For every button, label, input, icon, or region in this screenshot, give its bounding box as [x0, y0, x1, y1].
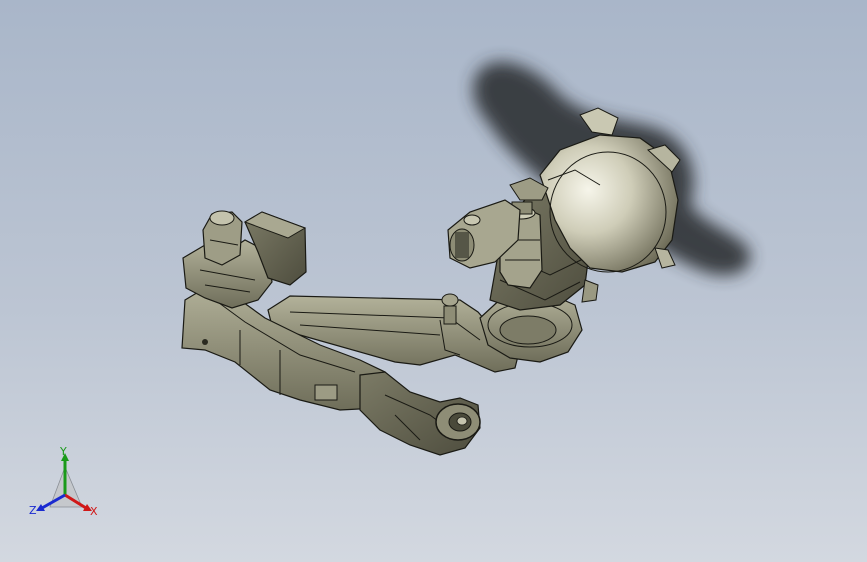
elbow-fitting: [441, 293, 459, 307]
x-axis-label: X: [90, 505, 98, 518]
forearm-window: [314, 384, 338, 401]
graphics-viewport[interactable]: Y Z X: [0, 0, 867, 562]
z-axis-label: Z: [29, 504, 37, 517]
reference-triad: Y Z X: [20, 445, 110, 525]
y-axis-label: Y: [60, 445, 67, 458]
robot-arm-model[interactable]: [0, 0, 867, 562]
